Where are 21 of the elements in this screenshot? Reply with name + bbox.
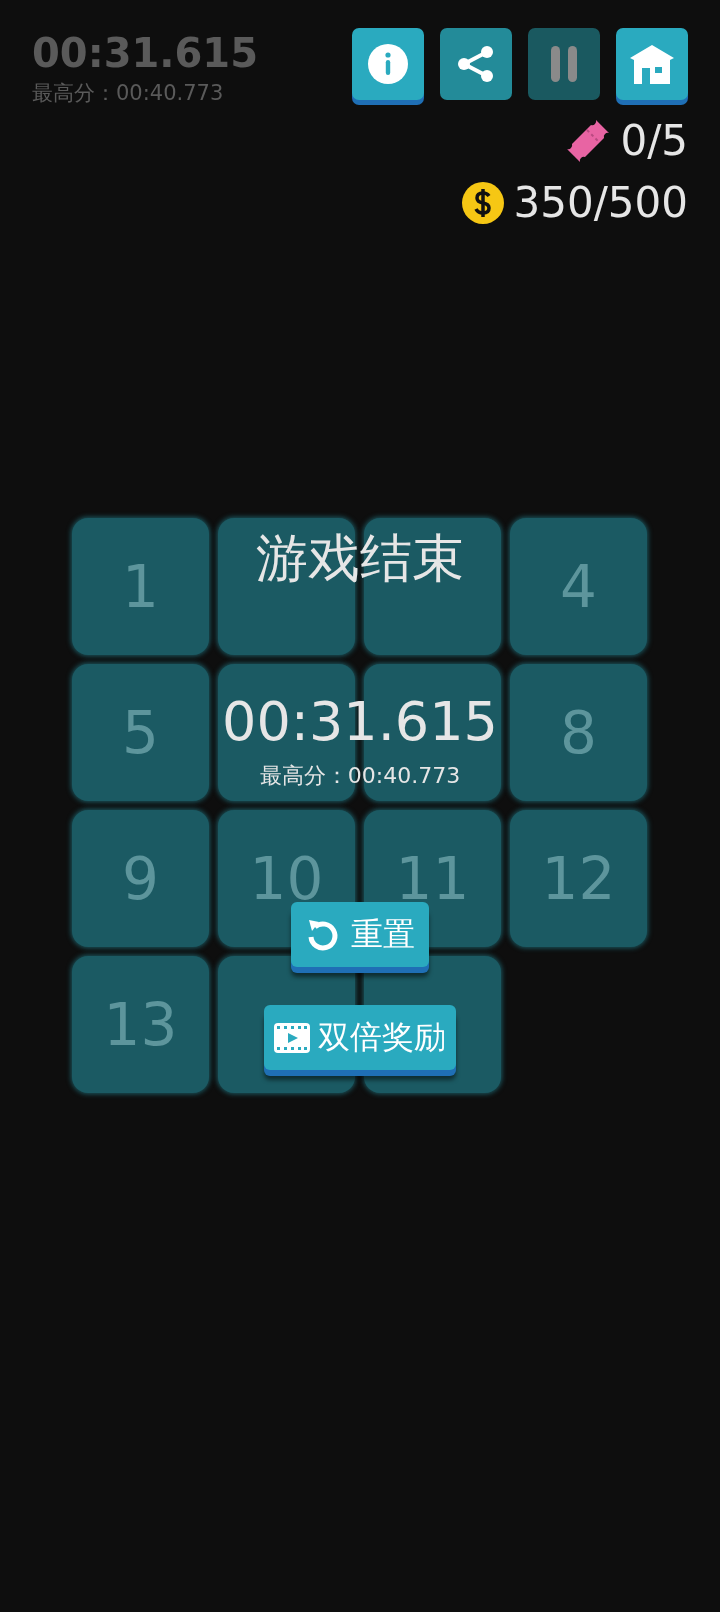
number-tile: 4 xyxy=(510,518,647,655)
background-best-score: 最高分：00:40.773 xyxy=(32,80,225,106)
pause-icon xyxy=(549,46,579,82)
number-tile: 12 xyxy=(510,810,647,947)
info-icon xyxy=(367,43,409,85)
coin-count: 350/500 xyxy=(513,177,688,229)
ticket-count: 0/5 xyxy=(620,115,688,167)
home-icon xyxy=(629,44,675,84)
final-time: 00:31.615 xyxy=(222,690,498,754)
number-tile: 9 xyxy=(72,810,209,947)
number-tile: 1 xyxy=(72,518,209,655)
game-over-title: 游戏结束 xyxy=(256,528,464,588)
number-tile: 5 xyxy=(72,664,209,801)
best-score: 最高分：00:40.773 xyxy=(259,762,461,790)
ticket-icon xyxy=(566,119,611,163)
dollar-coin-icon xyxy=(461,182,504,224)
number-tile: 13 xyxy=(72,956,209,1093)
film-icon xyxy=(274,1022,310,1053)
number-tile: 8 xyxy=(510,664,647,801)
background-timer: 00:31.615 xyxy=(32,30,258,76)
share-button[interactable] xyxy=(440,28,512,100)
